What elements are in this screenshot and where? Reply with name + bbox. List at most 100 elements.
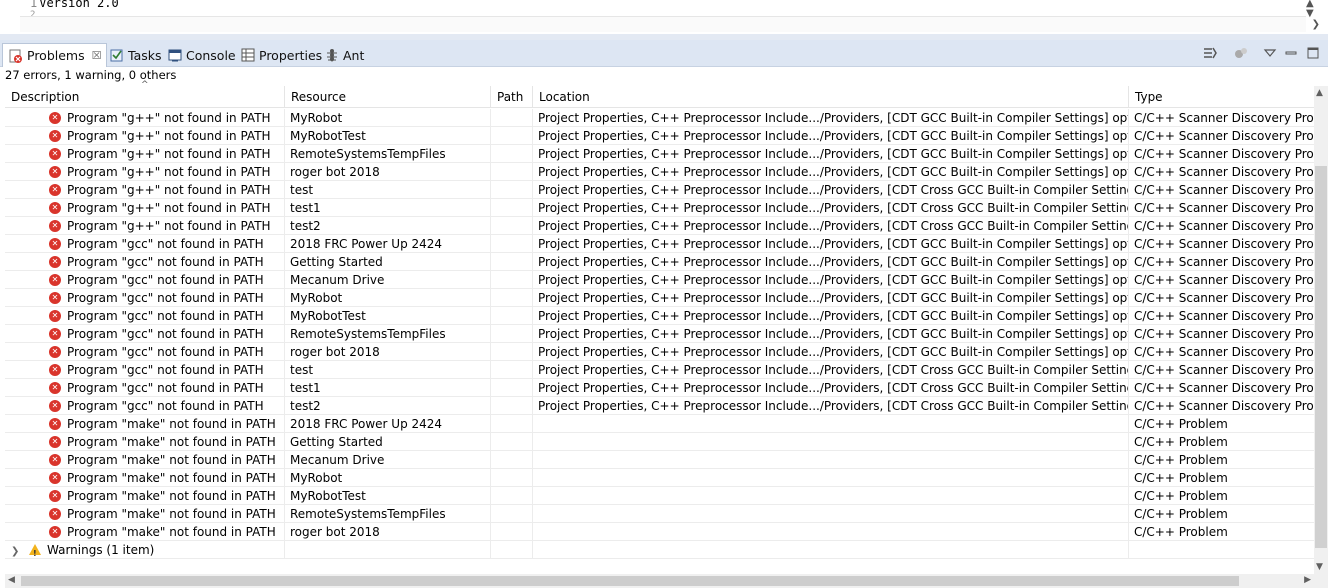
- tasks-icon: [110, 48, 124, 62]
- editor-area[interactable]: 1 Version 2.0 2 ❯ ▲ ▼: [0, 0, 1328, 40]
- description-text: Program "make" not found in PATH: [67, 453, 276, 467]
- table-row[interactable]: ✕ Program "gcc" not found in PATH MyRobotT…: [5, 307, 1314, 325]
- table-row[interactable]: ✕ Program "gcc" not found in PATH Mecanum …: [5, 271, 1314, 289]
- tab-console[interactable]: Console: [162, 43, 242, 67]
- table-row[interactable]: ✕ Program "g++" not found in PATH test1 Pro…: [5, 199, 1314, 217]
- table-row[interactable]: ✕ Program "g++" not found in PATH MyRobot P…: [5, 109, 1314, 127]
- view-menu-icon[interactable]: [1262, 45, 1278, 61]
- table-row[interactable]: ✕ Program "make" not found in PATH MyRobot…: [5, 469, 1314, 487]
- table-row[interactable]: ✕ Program "make" not found in PATH Mecanum…: [5, 451, 1314, 469]
- cell-resource: 2018 FRC Power Up 2424: [285, 235, 491, 253]
- cell-location: Project Properties, C++ Preprocessor Inc…: [533, 145, 1129, 163]
- cell-resource: MyRobot: [285, 469, 491, 487]
- cell-type: C/C++ Scanner Discovery Problem: [1134, 219, 1314, 233]
- table-row[interactable]: ✕ Program "g++" not found in PATH roger bo…: [5, 163, 1314, 181]
- cell-location: [533, 415, 1129, 433]
- table-row[interactable]: ✕ Program "make" not found in PATH RemoteS…: [5, 505, 1314, 523]
- table-row[interactable]: ✕ Program "g++" not found in PATH test Proj…: [5, 181, 1314, 199]
- description-text: Program "g++" not found in PATH: [67, 111, 271, 125]
- description-text: Program "gcc" not found in PATH: [67, 345, 264, 359]
- table-row[interactable]: ✕ Program "g++" not found in PATH test2 Pro…: [5, 217, 1314, 235]
- cell-resource: [285, 541, 491, 559]
- line-number: 1: [30, 0, 38, 10]
- tab-ant[interactable]: Ant: [319, 43, 370, 67]
- configure-icon[interactable]: [1233, 45, 1249, 61]
- cell-description: ✕ Program "g++" not found in PATH: [5, 127, 285, 145]
- scroll-right-icon[interactable]: ▶: [1304, 575, 1311, 585]
- cell-type: C/C++ Scanner Discovery Problem: [1134, 291, 1314, 305]
- problems-summary: 27 errors, 1 warning, 0 others: [5, 68, 177, 82]
- description-text: Program "g++" not found in PATH: [67, 129, 271, 143]
- editor-vertical-scrollbar[interactable]: ▲ ▼: [1304, 0, 1318, 32]
- close-icon[interactable]: ☒: [92, 49, 102, 62]
- table-row[interactable]: ✕ Program "gcc" not found in PATH test2 Pro…: [5, 397, 1314, 415]
- vertical-scroll-thumb[interactable]: [1315, 166, 1327, 548]
- cell-type: C/C++ Scanner Discovery Problem: [1134, 345, 1314, 359]
- properties-icon: [241, 48, 255, 62]
- description-text: Program "gcc" not found in PATH: [67, 273, 264, 287]
- problems-table[interactable]: Description Resource Path Location Type …: [5, 86, 1314, 574]
- cell-type: C/C++ Problem: [1134, 525, 1228, 539]
- cell-description: ✕ Program "gcc" not found in PATH: [5, 361, 285, 379]
- table-vertical-scrollbar[interactable]: ▲ ▼: [1314, 86, 1328, 574]
- table-row[interactable]: ✕ Program "gcc" not found in PATH MyRobot P…: [5, 289, 1314, 307]
- column-header-resource[interactable]: Resource: [285, 86, 491, 108]
- cell-location: Project Properties, C++ Preprocessor Inc…: [533, 217, 1129, 235]
- editor-line-text[interactable]: Version 2.0: [39, 0, 118, 10]
- filter-icon[interactable]: [1202, 45, 1218, 61]
- view-tab-bar: Problems ☒ Tasks Console Properties Ant: [0, 40, 1328, 67]
- cell-resource: Getting Started: [285, 253, 491, 271]
- column-header-location[interactable]: Location: [533, 86, 1129, 108]
- table-row[interactable]: ✕ Program "g++" not found in PATH RemoteSy…: [5, 145, 1314, 163]
- table-row[interactable]: ✕ Program "gcc" not found in PATH RemoteSy…: [5, 325, 1314, 343]
- error-icon: ✕: [49, 184, 61, 196]
- cell-description: ✕ Program "make" not found in PATH: [5, 487, 285, 505]
- table-row[interactable]: ✕ Program "g++" not found in PATH MyRobotT…: [5, 127, 1314, 145]
- cell-type: C/C++ Scanner Discovery Problem: [1134, 309, 1314, 323]
- column-header-description[interactable]: Description: [5, 86, 285, 108]
- editor-line[interactable]: 1 Version 2.0: [30, 0, 119, 10]
- cell-description: ✕ Program "gcc" not found in PATH: [5, 271, 285, 289]
- editor-horizontal-scrollbar[interactable]: ❯: [20, 16, 1320, 32]
- description-text: Program "g++" not found in PATH: [67, 219, 271, 233]
- table-row[interactable]: ✕ Program "make" not found in PATH roger b…: [5, 523, 1314, 541]
- table-row[interactable]: ✕ Program "gcc" not found in PATH test Proj…: [5, 361, 1314, 379]
- description-text: Program "make" not found in PATH: [67, 417, 276, 431]
- cell-path: [491, 253, 533, 271]
- tab-tasks-label: Tasks: [128, 47, 162, 63]
- cell-path: [491, 271, 533, 289]
- table-row[interactable]: ✕ Program "make" not found in PATH Getting…: [5, 433, 1314, 451]
- cell-description: ✕ Program "gcc" not found in PATH: [5, 235, 285, 253]
- scroll-up-icon[interactable]: ▲: [1316, 88, 1323, 98]
- cell-description: ✕ Program "g++" not found in PATH: [5, 163, 285, 181]
- warnings-group-label: Warnings (1 item): [47, 543, 155, 557]
- cell-path: [491, 433, 533, 451]
- table-row[interactable]: ✕ Program "make" not found in PATH 2018 FR…: [5, 415, 1314, 433]
- cell-path: [491, 487, 533, 505]
- description-text: Program "gcc" not found in PATH: [67, 363, 264, 377]
- table-row[interactable]: ✕ Program "make" not found in PATH MyRobot…: [5, 487, 1314, 505]
- maximize-icon[interactable]: [1305, 45, 1321, 61]
- column-header-type[interactable]: Type: [1129, 86, 1314, 108]
- cell-type: C/C++ Scanner Discovery Problem: [1134, 255, 1314, 269]
- table-horizontal-scrollbar[interactable]: ◀ ▶: [5, 574, 1314, 588]
- scroll-down-icon[interactable]: ▼: [1306, 8, 1314, 19]
- tab-tasks[interactable]: Tasks: [104, 43, 168, 67]
- column-header-path[interactable]: Path: [491, 86, 533, 108]
- tab-problems[interactable]: Problems ☒: [2, 43, 107, 67]
- table-row[interactable]: ✕ Program "gcc" not found in PATH 2018 FRC…: [5, 235, 1314, 253]
- minimize-icon[interactable]: [1283, 45, 1299, 61]
- cell-location: Project Properties, C++ Preprocessor Inc…: [533, 325, 1129, 343]
- warnings-group-row[interactable]: ❯ Warnings (1 item): [5, 541, 1314, 559]
- chevron-right-icon[interactable]: ❯: [11, 543, 21, 559]
- cell-location: Project Properties, C++ Preprocessor Inc…: [533, 343, 1129, 361]
- table-row[interactable]: ✕ Program "gcc" not found in PATH roger bo…: [5, 343, 1314, 361]
- table-row[interactable]: ✕ Program "gcc" not found in PATH test1 Pro…: [5, 379, 1314, 397]
- cell-path: [491, 397, 533, 415]
- cell-type: C/C++ Problem: [1134, 471, 1228, 485]
- table-row[interactable]: ✕ Program "gcc" not found in PATH Getting …: [5, 253, 1314, 271]
- scroll-left-icon[interactable]: ◀: [8, 575, 15, 585]
- horizontal-scroll-thumb[interactable]: [21, 576, 1239, 586]
- tab-properties[interactable]: Properties: [235, 43, 328, 67]
- scroll-down-icon[interactable]: ▼: [1316, 562, 1323, 572]
